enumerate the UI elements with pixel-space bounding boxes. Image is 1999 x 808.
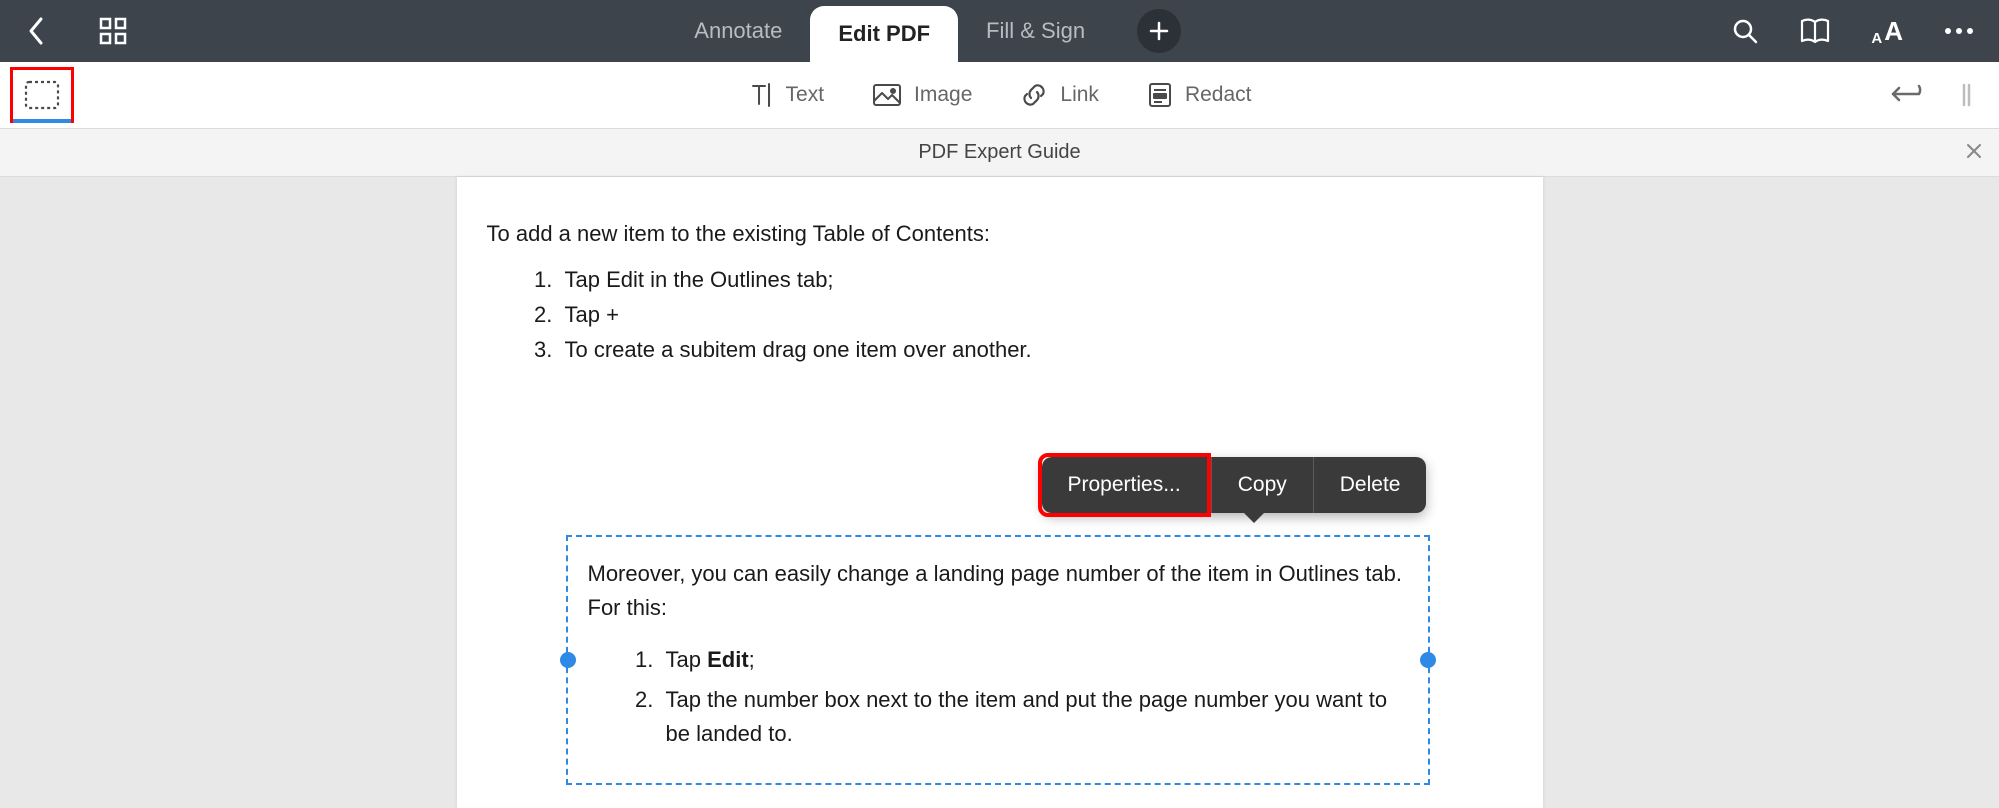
context-menu-delete[interactable]: Delete (1314, 457, 1427, 513)
document-title-bar: PDF Expert Guide (0, 129, 1999, 177)
top-bar-left (0, 0, 134, 62)
selection-marquee-icon (24, 80, 60, 110)
close-document-button[interactable] (1965, 139, 1983, 167)
back-button[interactable] (18, 9, 54, 53)
doc-moreover-text: Moreover, you can easily change a landin… (588, 557, 1408, 625)
redact-tool[interactable]: Redact (1147, 81, 1252, 109)
chevron-left-icon (24, 15, 48, 47)
selection-box[interactable]: Moreover, you can easily change a landin… (566, 535, 1430, 785)
undo-icon (1889, 82, 1923, 108)
selection-handle-right[interactable] (1420, 652, 1436, 668)
text-tool-label: Text (786, 83, 825, 107)
doc-list-2: Tap Edit; Tap the number box next to the… (588, 643, 1408, 751)
tab-fill-sign[interactable]: Fill & Sign (958, 0, 1113, 62)
link-tool-label: Link (1060, 83, 1099, 107)
selection-tool-button[interactable] (10, 67, 74, 123)
close-icon (1965, 142, 1983, 160)
context-menu-properties[interactable]: Properties... (1038, 453, 1211, 517)
list-item: Tap Edit in the Outlines tab; (559, 263, 1513, 297)
book-icon (1799, 17, 1831, 45)
top-bar-right: AA (1725, 0, 1999, 62)
text-cursor-icon (748, 82, 774, 108)
selection-handle-left[interactable] (560, 652, 576, 668)
plus-icon (1148, 20, 1170, 42)
context-menu-copy[interactable]: Copy (1212, 457, 1313, 513)
text-size-icon: AA (1871, 16, 1903, 47)
sub-toolbar-center: Text Image Link Redact (748, 81, 1252, 109)
reading-mode-button[interactable] (1793, 11, 1837, 51)
top-tabs: Annotate Edit PDF Fill & Sign (666, 0, 1193, 62)
add-tab-button[interactable] (1137, 9, 1181, 53)
list-item: To create a subitem drag one item over a… (559, 333, 1513, 367)
doc-intro-text: To add a new item to the existing Table … (487, 217, 1513, 251)
list-item: Tap the number box next to the item and … (660, 683, 1408, 751)
list-item: Tap + (559, 298, 1513, 332)
text-tool[interactable]: Text (748, 82, 825, 108)
sub-toolbar-left (0, 67, 74, 123)
tab-annotate[interactable]: Annotate (666, 0, 810, 62)
text-size-button[interactable]: AA (1865, 10, 1909, 53)
more-horizontal-icon (1943, 26, 1975, 36)
redo-button[interactable] (1955, 76, 1977, 114)
selection-content: Moreover, you can easily change a landin… (568, 537, 1428, 761)
tab-edit-pdf[interactable]: Edit PDF (810, 6, 958, 62)
doc-list-1: Tap Edit in the Outlines tab; Tap + To c… (487, 263, 1513, 367)
document-title: PDF Expert Guide (918, 141, 1080, 164)
thumbnails-button[interactable] (92, 10, 134, 52)
sub-toolbar: Text Image Link Redact (0, 62, 1999, 129)
top-bar: Annotate Edit PDF Fill & Sign AA (0, 0, 1999, 62)
redact-tool-label: Redact (1185, 83, 1252, 107)
image-icon (872, 83, 902, 107)
sub-toolbar-right (1883, 76, 1999, 114)
active-indicator (13, 119, 71, 123)
search-button[interactable] (1725, 11, 1765, 51)
more-button[interactable] (1937, 20, 1981, 42)
context-menu: Properties... Copy Delete (1042, 457, 1427, 513)
list-item: Tap Edit; (660, 643, 1408, 677)
grid-icon (98, 16, 128, 46)
image-tool-label: Image (914, 83, 972, 107)
link-tool[interactable]: Link (1020, 81, 1099, 109)
undo-button[interactable] (1883, 76, 1929, 114)
link-icon (1020, 81, 1048, 109)
redact-icon (1147, 81, 1173, 109)
parallel-lines-icon (1961, 82, 1971, 108)
search-icon (1731, 17, 1759, 45)
document-area[interactable]: To add a new item to the existing Table … (0, 177, 1999, 808)
image-tool[interactable]: Image (872, 83, 972, 107)
